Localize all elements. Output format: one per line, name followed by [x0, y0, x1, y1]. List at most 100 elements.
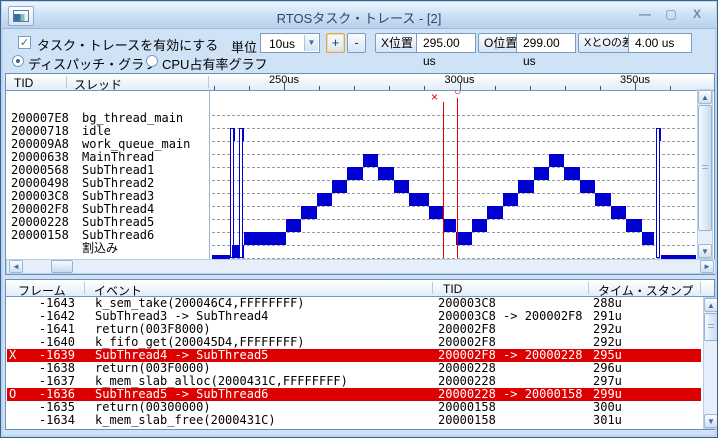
column-separator[interactable]: [700, 282, 701, 294]
unit-select[interactable]: 10us ▼: [260, 33, 320, 53]
dispatch-block: [301, 206, 316, 219]
dispatch-block: [456, 232, 471, 245]
dispatch-graph-radio[interactable]: [12, 55, 24, 67]
x-cursor-line[interactable]: [443, 102, 444, 258]
graph-body: 200007E8bg_thread_main20000718idle200009…: [6, 91, 714, 259]
graph-header: TID スレッド 250us300us350us: [6, 74, 714, 91]
dispatch-block: [595, 193, 610, 206]
dispatch-block: [347, 167, 362, 180]
dispatch-block: [534, 167, 549, 180]
dispatch-block: [363, 154, 378, 167]
thumb-grip-icon: [708, 324, 714, 329]
dispatch-block: [472, 219, 487, 232]
column-separator[interactable]: [588, 282, 589, 294]
title-bar: RTOSタスク・トレース - [2] — ▢ X: [2, 2, 716, 29]
tick-label: 250us: [267, 74, 301, 86]
grid-line: [212, 180, 695, 181]
minor-tick: [319, 86, 320, 90]
thread-list-item[interactable]: 割込み: [6, 242, 209, 255]
scroll-up-icon[interactable]: ▲: [698, 90, 712, 104]
dispatch-block: [549, 154, 564, 167]
minor-tick: [424, 86, 425, 90]
grid-line: [212, 193, 695, 194]
dispatch-switch-bar: [239, 128, 243, 258]
minor-tick: [495, 86, 496, 90]
minor-tick: [600, 86, 601, 90]
dispatch-block: [503, 193, 518, 206]
minor-tick: [389, 86, 390, 90]
minor-tick: [249, 86, 250, 90]
dispatch-block: [444, 219, 456, 232]
table-vertical-scrollbar[interactable]: ▲ ▼: [703, 297, 718, 429]
o-position-value: 299.00 us: [516, 33, 576, 53]
grid-line: [212, 141, 695, 142]
dispatch-graph-label: ディスパッチ・グラフ: [28, 54, 157, 73]
dispatch-switch-bar: [230, 128, 234, 258]
minor-tick: [354, 86, 355, 90]
zoom-in-button[interactable]: +: [326, 33, 345, 53]
enable-trace-checkbox[interactable]: ✓: [18, 36, 31, 49]
scroll-down-icon[interactable]: ▼: [704, 414, 718, 428]
grid-line: [212, 128, 695, 129]
dispatch-block: [611, 206, 626, 219]
scroll-left-icon[interactable]: ◄: [9, 260, 23, 273]
dispatch-block: [378, 167, 393, 180]
zoom-out-button[interactable]: -: [347, 33, 366, 53]
dispatch-switch-bar: [656, 128, 660, 258]
unit-value: 10us: [269, 37, 295, 51]
close-button[interactable]: X: [688, 5, 706, 23]
dispatch-block: [286, 219, 301, 232]
tid-column-header[interactable]: TID: [443, 282, 462, 296]
dispatch-block: [244, 232, 285, 245]
x-cursor-icon[interactable]: ×: [431, 91, 438, 103]
minor-tick: [565, 86, 566, 90]
graph-vertical-scrollbar[interactable]: ▲ ▼: [697, 89, 713, 259]
tick-label: 350us: [618, 74, 652, 86]
thread-list: 200007E8bg_thread_main20000718idle200009…: [6, 91, 209, 259]
rtos-task-trace-window: RTOSタスク・トレース - [2] — ▢ X ✓ タスク・トレースを有効にす…: [0, 0, 718, 438]
dispatch-graph-panel: TID スレッド 250us300us350us 200007E8bg_thre…: [5, 73, 715, 275]
scroll-right-icon[interactable]: ►: [700, 260, 714, 273]
dispatch-block: [332, 180, 347, 193]
scroll-down-icon[interactable]: ▼: [698, 244, 712, 258]
dispatch-block: [487, 206, 502, 219]
grid-line: [212, 154, 695, 155]
table-row[interactable]: -1634k_mem_slab_free(2000431C)2000015830…: [7, 414, 701, 427]
minor-tick: [214, 86, 215, 90]
dispatch-block: [642, 232, 655, 245]
xo-difference-value: 4.00 us: [628, 33, 692, 53]
event-rows: -1643k_sem_take(200046C4,FFFFFFFF)200003…: [6, 297, 702, 428]
x-position-value: 295.00 us: [416, 33, 476, 53]
maximize-button[interactable]: ▢: [662, 5, 680, 23]
cpu-usage-graph-radio[interactable]: [146, 55, 158, 67]
grid-line: [212, 245, 695, 246]
dispatch-block: [580, 180, 595, 193]
column-separator[interactable]: [84, 282, 85, 294]
dispatch-plot[interactable]: ×○: [209, 91, 697, 259]
scroll-up-icon[interactable]: ▲: [704, 298, 718, 312]
dispatch-block: [564, 167, 579, 180]
thumb-grip-icon: [702, 165, 708, 170]
event-table-header: フレーム イベント TID タイム・スタンプ: [6, 280, 714, 297]
o-cursor-line[interactable]: [457, 98, 458, 258]
table-scroll-thumb[interactable]: [704, 313, 718, 341]
grid-line: [212, 167, 695, 168]
tick-label: 300us: [443, 74, 477, 86]
minimize-button[interactable]: —: [636, 5, 654, 23]
dispatch-block: [394, 180, 409, 193]
grid-line: [212, 115, 695, 116]
graph-hscroll-thumb[interactable]: [51, 260, 73, 273]
window-controls: — ▢ X: [636, 5, 706, 23]
window-title: RTOSタスク・トレース - [2]: [2, 8, 716, 27]
x-position-button[interactable]: X位置: [375, 33, 419, 53]
chevron-down-icon[interactable]: ▼: [304, 35, 318, 51]
event-table-panel: フレーム イベント TID タイム・スタンプ -1643k_sem_take(2…: [5, 279, 715, 430]
graph-scroll-thumb[interactable]: [698, 105, 712, 231]
graph-horizontal-scrollbar[interactable]: ◄ ►: [6, 259, 716, 274]
dispatch-block: [626, 219, 641, 232]
column-separator[interactable]: [432, 282, 433, 294]
o-cursor-icon[interactable]: ○: [454, 91, 461, 97]
cpu-usage-graph-label: CPU占有率グラフ: [162, 54, 267, 73]
dispatch-block: [518, 180, 533, 193]
graph-mode-group: ディスパッチ・グラフ CPU占有率グラフ: [4, 51, 714, 73]
